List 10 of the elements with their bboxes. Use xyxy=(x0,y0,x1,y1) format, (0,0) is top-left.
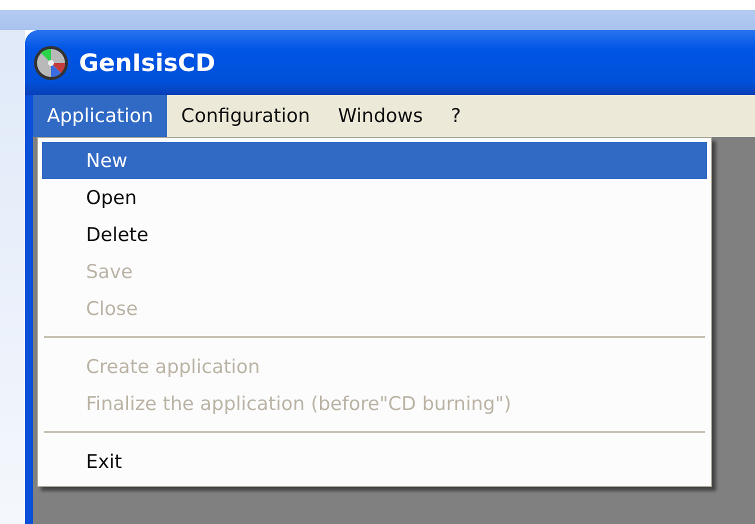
menu-item[interactable]: Application xyxy=(33,95,168,137)
menu-item[interactable]: Windows xyxy=(324,95,437,137)
menu-item[interactable]: ? xyxy=(436,95,475,137)
window-title: GenIsisCD xyxy=(79,48,216,76)
menu-option[interactable]: Delete xyxy=(42,216,707,253)
menu-item[interactable]: Configuration xyxy=(167,95,324,137)
menu-option[interactable]: Exit xyxy=(42,443,707,480)
menu-option[interactable]: Open xyxy=(42,179,707,216)
cd-icon xyxy=(33,44,69,80)
menu-option[interactable]: New xyxy=(42,142,707,179)
